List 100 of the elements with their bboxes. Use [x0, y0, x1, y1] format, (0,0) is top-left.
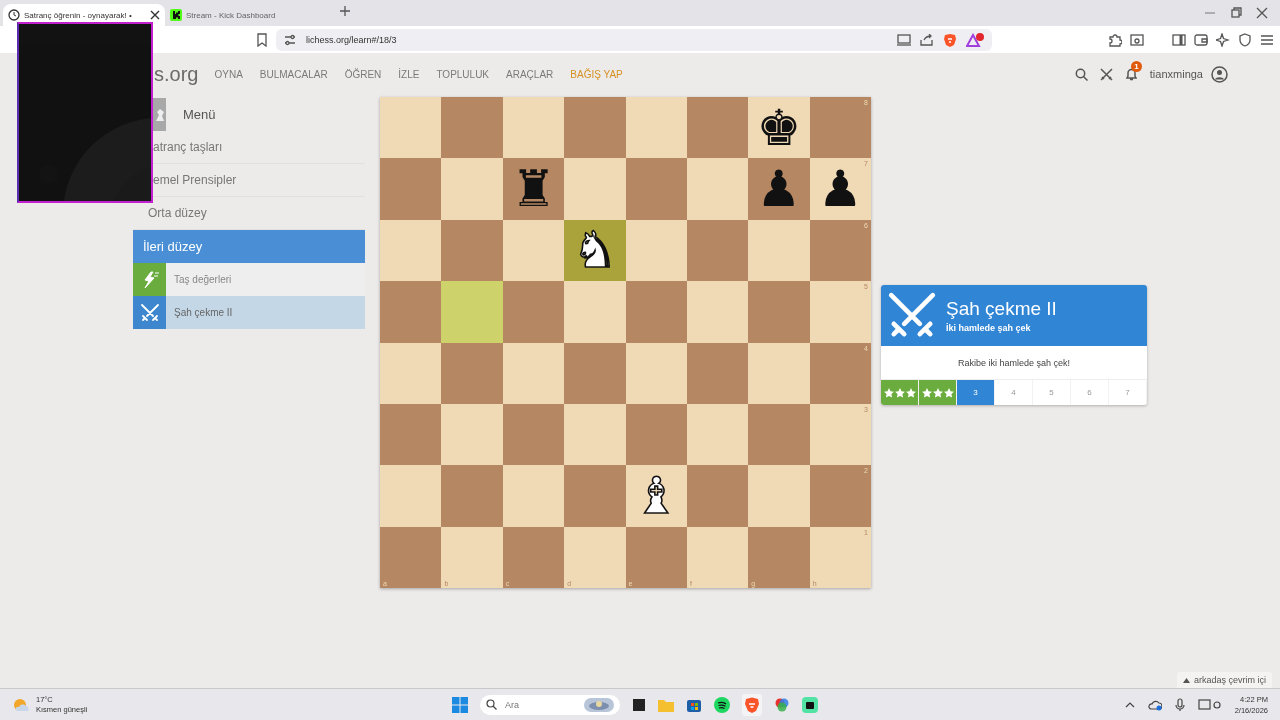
- nav-link[interactable]: BAĞIŞ YAP: [570, 68, 623, 80]
- step-button[interactable]: [919, 380, 957, 405]
- folder-icon[interactable]: [658, 697, 674, 712]
- cloud-icon[interactable]: [1147, 698, 1162, 711]
- start-icon[interactable]: [452, 696, 468, 713]
- step-button[interactable]: 7: [1109, 380, 1147, 405]
- board-square[interactable]: [686, 342, 749, 404]
- search-field[interactable]: Ara: [480, 694, 620, 715]
- board-square[interactable]: [502, 403, 565, 466]
- board-square[interactable]: [748, 219, 810, 282]
- caret-icon: [1182, 677, 1190, 683]
- sparkle-icon[interactable]: [1216, 32, 1230, 47]
- close-icon[interactable]: [1256, 7, 1268, 19]
- settings-icon[interactable]: [284, 33, 296, 46]
- board-square[interactable]: [502, 281, 565, 343]
- menu-section[interactable]: atranç taşları: [153, 131, 365, 164]
- board-square[interactable]: [748, 403, 810, 466]
- chess-piece[interactable]: ♟: [817, 164, 863, 215]
- board-square[interactable]: [441, 219, 503, 282]
- board-square[interactable]: [502, 97, 565, 159]
- board-square[interactable]: [625, 403, 687, 466]
- board-square[interactable]: [625, 342, 687, 404]
- board-square[interactable]: ♚: [748, 97, 810, 159]
- star-icon: [894, 387, 905, 398]
- board-square[interactable]: ♜: [502, 158, 565, 220]
- nav-link[interactable]: ARAÇLAR: [506, 68, 554, 80]
- board-square[interactable]: [380, 219, 442, 282]
- nav-link[interactable]: BULMACALAR: [259, 68, 328, 80]
- clock-icon: [8, 9, 20, 21]
- lion-icon[interactable]: [943, 32, 957, 47]
- nav-link[interactable]: İZLE: [398, 68, 420, 80]
- board-square[interactable]: [686, 158, 749, 220]
- chess-piece[interactable]: ♜: [511, 164, 556, 215]
- friends-button[interactable]: arkadaş çevrim içi: [1176, 672, 1272, 688]
- chess-piece[interactable]: ♞: [572, 225, 618, 276]
- install-icon[interactable]: [897, 33, 911, 46]
- board-square[interactable]: [502, 342, 565, 404]
- sidebar-icon[interactable]: [1172, 32, 1186, 47]
- close-icon[interactable]: [150, 10, 160, 20]
- nav-link[interactable]: TOPLULUK: [436, 68, 490, 80]
- notification-badge: 1: [1131, 61, 1142, 72]
- board-square[interactable]: [564, 403, 626, 466]
- step-button[interactable]: 4: [995, 380, 1033, 405]
- plus-icon[interactable]: [339, 5, 351, 17]
- triangle-icon[interactable]: [966, 32, 984, 47]
- step-button[interactable]: 6: [1071, 380, 1109, 405]
- url-text[interactable]: lichess.org/learn#/18/3: [306, 34, 397, 45]
- board-square[interactable]: ♟: [748, 158, 810, 220]
- lion-icon[interactable]: [744, 696, 760, 713]
- board-square[interactable]: [686, 281, 749, 343]
- music-icon[interactable]: [714, 696, 730, 713]
- star-icon: [932, 387, 943, 398]
- menu-section[interactable]: İleri düzey: [133, 230, 365, 263]
- puzzle-icon[interactable]: [1108, 32, 1122, 47]
- board-square[interactable]: [441, 403, 503, 466]
- screenshot-icon[interactable]: [1130, 32, 1144, 47]
- step-button[interactable]: 5: [1033, 380, 1071, 405]
- bell-icon[interactable]: [1124, 67, 1138, 81]
- microphone-icon[interactable]: [1174, 697, 1185, 712]
- board-square[interactable]: [380, 342, 442, 404]
- weather-icon: [12, 696, 30, 713]
- menu-icon[interactable]: [1260, 32, 1274, 47]
- search-icon: [486, 699, 497, 710]
- board-square[interactable]: [380, 97, 442, 159]
- board-square[interactable]: [380, 403, 442, 466]
- board-square[interactable]: [686, 403, 749, 466]
- search-icon[interactable]: [1074, 67, 1088, 81]
- username-link[interactable]: tianxminga: [1149, 68, 1203, 80]
- display-icon[interactable]: [1197, 697, 1222, 712]
- board-square[interactable]: [686, 97, 749, 159]
- star-icon: [905, 387, 916, 398]
- board-square[interactable]: ♞: [564, 219, 626, 282]
- nav-link[interactable]: ÖĞREN: [344, 68, 382, 80]
- site-logo[interactable]: s.org: [154, 62, 199, 86]
- step-button[interactable]: 3: [957, 380, 995, 405]
- bookmark-icon[interactable]: [256, 32, 268, 47]
- chess-piece[interactable]: ♟: [756, 164, 802, 215]
- star-icon: [883, 387, 894, 398]
- app-icon[interactable]: [632, 697, 646, 712]
- lesson-title: Şah çekme II: [946, 298, 1057, 320]
- menu-section[interactable]: emel Prensipler: [153, 164, 365, 197]
- wallet-icon[interactable]: [1194, 32, 1208, 47]
- avatar-icon[interactable]: [1211, 65, 1228, 83]
- swords-icon[interactable]: [1099, 67, 1113, 81]
- share-icon[interactable]: [920, 33, 934, 46]
- board-square[interactable]: [502, 219, 565, 282]
- browser-tab[interactable]: Stream - Kick Dashboard: [165, 4, 327, 26]
- board-square[interactable]: [502, 465, 565, 527]
- step-button[interactable]: [881, 380, 919, 405]
- chess-piece[interactable]: ♚: [756, 102, 802, 153]
- shield-icon[interactable]: [1238, 32, 1252, 47]
- lesson-item[interactable]: Taş değerleri: [133, 263, 365, 296]
- board-square[interactable]: [625, 219, 687, 282]
- board-square[interactable]: [625, 97, 687, 159]
- lesson-item[interactable]: Şah çekme II: [133, 296, 365, 329]
- nav-link[interactable]: OYNA: [214, 68, 243, 80]
- board-square[interactable]: [686, 219, 749, 282]
- menu-title[interactable]: Menü: [183, 106, 216, 122]
- board-square[interactable]: [686, 465, 749, 527]
- restore-icon[interactable]: [1230, 7, 1242, 19]
